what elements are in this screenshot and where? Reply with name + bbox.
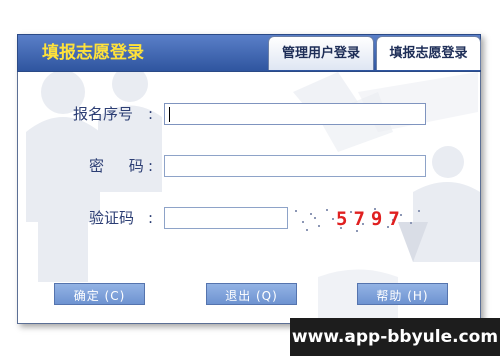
password-label: 密 码 bbox=[89, 157, 154, 175]
header-title: 填报志愿登录 bbox=[42, 43, 144, 63]
captcha-image[interactable]: 5797 bbox=[292, 205, 424, 233]
login-window: 填报志愿登录 管理用户登录 填报志愿登录 报名序号 : 密 码 : 验证码 : bbox=[0, 0, 500, 362]
password-input[interactable] bbox=[164, 155, 426, 177]
tab-volunteer-login[interactable]: 填报志愿登录 bbox=[376, 36, 481, 70]
captcha-label: 验证码 bbox=[89, 209, 135, 227]
serial-input[interactable] bbox=[164, 103, 426, 125]
captcha-code: 5797 bbox=[336, 208, 406, 230]
help-button[interactable]: 帮助 (H) bbox=[357, 283, 448, 305]
password-colon: : bbox=[148, 157, 154, 175]
exit-button[interactable]: 退出 (Q) bbox=[206, 283, 297, 305]
serial-colon: : bbox=[148, 105, 154, 123]
confirm-button[interactable]: 确定 (C) bbox=[54, 283, 145, 305]
captcha-input[interactable] bbox=[164, 207, 288, 229]
serial-label: 报名序号 bbox=[73, 105, 134, 123]
captcha-colon: : bbox=[148, 209, 154, 227]
watermark: www.app-bbyule.com bbox=[290, 318, 500, 356]
text-caret bbox=[169, 107, 170, 122]
tab-admin-login[interactable]: 管理用户登录 bbox=[268, 36, 374, 70]
